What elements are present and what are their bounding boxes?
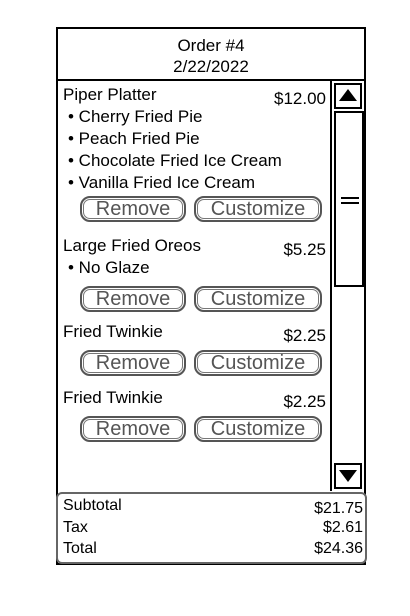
order-item: Fried Twinkie $2.25 Remove Customize <box>58 322 330 384</box>
order-date: 2/22/2022 <box>173 57 249 76</box>
scroll-down-button[interactable] <box>334 463 362 489</box>
scrollbar[interactable] <box>330 81 366 491</box>
order-number: Order #4 <box>177 36 245 55</box>
subtotal-row: Subtotal $21.75 <box>63 497 363 519</box>
scroll-thumb[interactable] <box>334 111 364 287</box>
order-item: Piper Platter $12.00 • Cherry Fried Pie … <box>58 85 330 235</box>
subtotal-value: $21.75 <box>314 500 363 517</box>
total-label: Total <box>63 540 97 557</box>
remove-button[interactable]: Remove <box>80 286 186 312</box>
remove-button[interactable]: Remove <box>80 350 186 376</box>
item-price: $2.25 <box>283 392 326 411</box>
total-row: Total $24.36 <box>63 540 363 562</box>
customize-button[interactable]: Customize <box>194 416 322 442</box>
triangle-down-icon <box>339 470 357 482</box>
customize-button[interactable]: Customize <box>194 286 322 312</box>
item-name: Fried Twinkie <box>63 322 163 341</box>
order-panel: Order #4 2/22/2022 Piper Platter $12.00 … <box>56 27 366 565</box>
scroll-up-button[interactable] <box>334 83 362 109</box>
item-price: $2.25 <box>283 326 326 345</box>
total-value: $24.36 <box>314 540 363 557</box>
customize-button[interactable]: Customize <box>194 196 322 222</box>
item-modifier: • Peach Fried Pie <box>68 129 200 148</box>
triangle-up-icon <box>339 89 357 101</box>
item-modifier: • Vanilla Fried Ice Cream <box>68 173 256 192</box>
item-name: Large Fried Oreos <box>63 236 201 255</box>
item-modifier: • Cherry Fried Pie <box>68 107 203 126</box>
tax-label: Tax <box>63 519 88 536</box>
customize-button[interactable]: Customize <box>194 350 322 376</box>
order-item: Large Fried Oreos $5.25 • No Glaze Remov… <box>58 236 330 320</box>
remove-button[interactable]: Remove <box>80 416 186 442</box>
order-item-list: Piper Platter $12.00 • Cherry Fried Pie … <box>58 81 330 491</box>
item-name: Fried Twinkie <box>63 388 163 407</box>
order-header: Order #4 2/22/2022 <box>58 29 364 81</box>
item-price: $12.00 <box>274 89 326 108</box>
subtotal-label: Subtotal <box>63 497 122 514</box>
tax-row: Tax $2.61 <box>63 519 363 541</box>
remove-button[interactable]: Remove <box>80 196 186 222</box>
order-totals: Subtotal $21.75 Tax $2.61 Total $24.36 <box>56 492 367 564</box>
item-name: Piper Platter <box>63 85 157 104</box>
item-price: $5.25 <box>283 240 326 259</box>
tax-value: $2.61 <box>322 519 363 536</box>
order-item: Fried Twinkie $2.25 Remove Customize <box>58 388 330 450</box>
item-modifier: • Chocolate Fried Ice Cream <box>68 151 282 170</box>
item-modifier: • No Glaze <box>68 258 150 277</box>
